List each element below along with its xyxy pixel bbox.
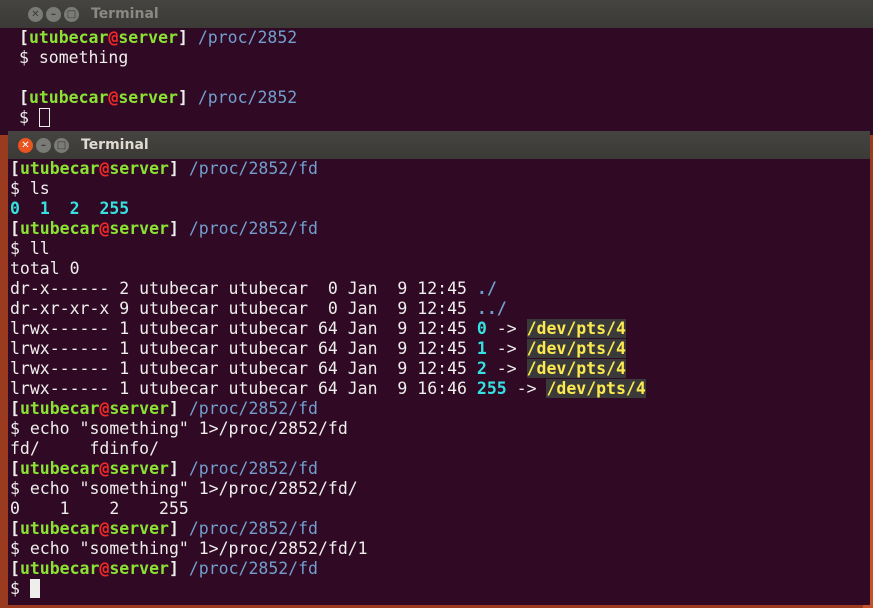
prompt-line: [utubecar@server] /proc/2852: [19, 88, 298, 107]
close-icon[interactable]: ✕: [18, 138, 33, 153]
command-line: $ echo "something" 1>/proc/2852/fd/1: [10, 539, 368, 558]
command-line: $ echo "something" 1>/proc/2852/fd: [10, 419, 348, 438]
ll-row: lrwx------ 1 utubecar utubecar 64 Jan 9 …: [10, 359, 626, 378]
terminal-window-front[interactable]: ✕ – □ Terminal [utubecar@server] /proc/2…: [8, 131, 870, 605]
command-line: $ ll: [10, 239, 50, 258]
ll-row: lrwx------ 1 utubecar utubecar 64 Jan 9 …: [10, 339, 626, 358]
ls-output: 0 1 2 255: [10, 199, 130, 218]
prompt-line: [utubecar@server] /proc/2852/fd: [10, 459, 318, 478]
prompt-line: [utubecar@server] /proc/2852/fd: [10, 219, 318, 238]
text-cursor: [29, 579, 40, 598]
output-line: fd/ fdinfo/: [10, 439, 160, 458]
ll-row: lrwx------ 1 utubecar utubecar 64 Jan 9 …: [10, 379, 646, 398]
terminal-content[interactable]: [utubecar@server] /proc/2852/fd $ ls 0 1…: [8, 159, 870, 605]
command-line: $ ls: [10, 179, 50, 198]
maximize-icon[interactable]: □: [54, 138, 69, 153]
prompt-line: [utubecar@server] /proc/2852: [19, 28, 298, 47]
command-line[interactable]: $: [10, 579, 870, 599]
window-title: Terminal: [91, 6, 159, 22]
terminal-window-back[interactable]: ✕ – □ Terminal [utubecar@server] /proc/2…: [0, 0, 873, 135]
titlebar[interactable]: ✕ – □ Terminal: [8, 131, 870, 159]
terminal-content[interactable]: [utubecar@server] /proc/2852 $ something…: [0, 28, 873, 135]
command-line: $ echo "something" 1>/proc/2852/fd/: [10, 479, 358, 498]
ll-row: dr-xr-xr-x 9 utubecar utubecar 0 Jan 9 1…: [10, 299, 507, 318]
ll-row: dr-x------ 2 utubecar utubecar 0 Jan 9 1…: [10, 279, 497, 298]
output-line: total 0: [10, 259, 80, 278]
minimize-icon[interactable]: –: [36, 138, 51, 153]
prompt-line: [utubecar@server] /proc/2852/fd: [10, 559, 318, 578]
output-line: 0 1 2 255: [10, 499, 189, 518]
text-cursor: [38, 108, 50, 127]
prompt-line: [utubecar@server] /proc/2852/fd: [10, 519, 318, 538]
window-title: Terminal: [81, 137, 149, 153]
ll-row: lrwx------ 1 utubecar utubecar 64 Jan 9 …: [10, 319, 626, 338]
maximize-icon[interactable]: □: [64, 7, 79, 22]
command-line: $ something: [19, 48, 129, 67]
prompt-line: [utubecar@server] /proc/2852/fd: [10, 159, 318, 178]
command-line[interactable]: $: [19, 108, 873, 128]
prompt-line: [utubecar@server] /proc/2852/fd: [10, 399, 318, 418]
titlebar[interactable]: ✕ – □ Terminal: [0, 0, 873, 28]
close-icon[interactable]: ✕: [28, 7, 43, 22]
minimize-icon[interactable]: –: [46, 7, 61, 22]
